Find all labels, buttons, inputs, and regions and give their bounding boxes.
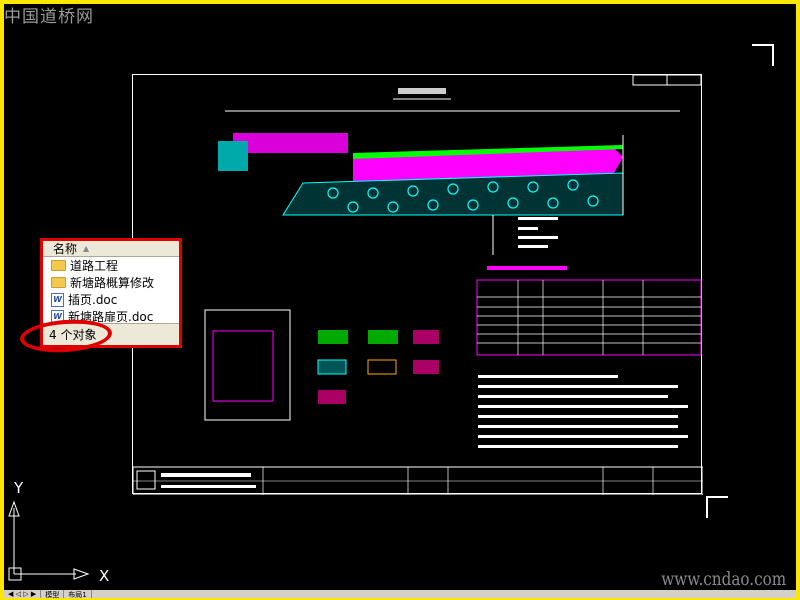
folder-icon bbox=[51, 260, 66, 271]
name-column-header[interactable]: 名称 ▲ bbox=[43, 241, 179, 257]
column-header-label: 名称 bbox=[53, 242, 78, 256]
file-name: 道路工程 bbox=[70, 259, 119, 273]
word-doc-icon: W bbox=[51, 292, 64, 307]
tab-layout1[interactable]: 布局1 bbox=[64, 590, 92, 598]
file-name: 插页.doc bbox=[68, 293, 118, 307]
file-name: 新塘路概算修改 bbox=[70, 276, 155, 290]
watermark-bottom: www.cndao.com bbox=[661, 568, 786, 590]
drawing-sheet bbox=[132, 74, 703, 495]
road-cross-section-drawing bbox=[133, 75, 703, 495]
ucs-x-label: X bbox=[99, 567, 110, 585]
watermark-top: 中国道桥网 bbox=[4, 7, 94, 27]
folder-icon bbox=[51, 277, 66, 288]
file-item[interactable]: 新塘路概算修改 bbox=[43, 274, 179, 291]
tab-model[interactable]: 模型 bbox=[41, 590, 65, 598]
file-item[interactable]: 道路工程 bbox=[43, 257, 179, 274]
tab-nav-buttons[interactable]: ◀ ◁ ▷ ▶ bbox=[4, 590, 42, 598]
file-item[interactable]: W 插页.doc bbox=[43, 291, 179, 308]
ucs-y-label: Y bbox=[14, 479, 24, 497]
viewport-corner bbox=[706, 496, 728, 518]
layout-tabs: ◀ ◁ ▷ ▶ 模型 布局1 bbox=[4, 590, 796, 598]
sort-ascending-icon: ▲ bbox=[83, 244, 90, 253]
viewport-corner bbox=[752, 44, 774, 66]
